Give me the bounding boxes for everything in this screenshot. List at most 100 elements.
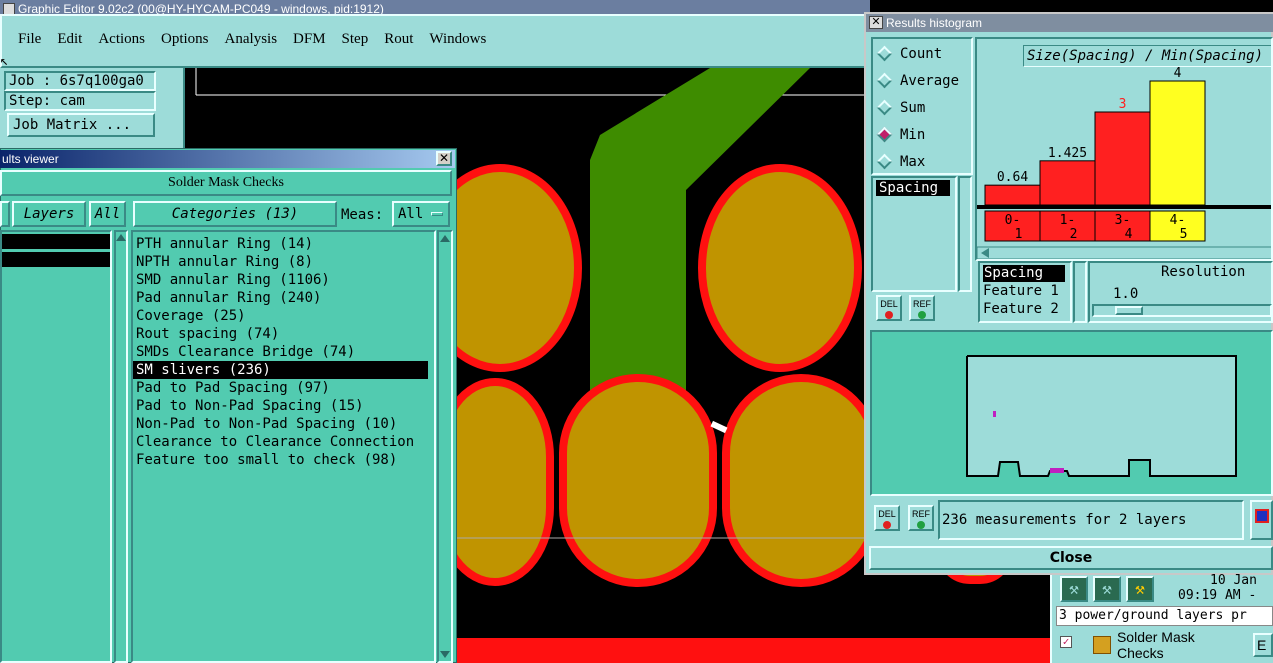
layers-all-button[interactable]: All [89,201,126,227]
results-viewer-header: Solder Mask Checks [0,170,452,196]
attribute-list-scrollbar[interactable] [1073,261,1087,323]
bar-value-label: 3 [1119,97,1127,112]
menu-step[interactable]: Step [342,31,369,48]
results-viewer-close-button[interactable]: ✕ [436,151,452,166]
preview-marker [1050,468,1064,473]
preview-outline [966,355,1237,477]
histogram-plot: 0.640-11.4251-233-444-5 [977,66,1273,259]
categories-scrollbar[interactable] [437,230,453,663]
histogram-bar[interactable] [1039,160,1096,206]
layer-row-selected[interactable] [2,252,110,267]
resolution-slider-thumb[interactable] [1115,306,1143,315]
meas-select[interactable]: All [392,201,450,227]
del-label: DEL [880,299,898,309]
menu-dfm[interactable]: DFM [293,31,326,48]
tool-icon-3[interactable]: ⚒ [1126,576,1154,602]
pad [698,164,862,372]
layers-button[interactable]: Layers [12,201,86,227]
menu-file[interactable]: File [18,31,41,48]
mode-radio-group: Count Average Sum Min Max [871,37,973,175]
del-label: DEL [878,509,896,519]
measurement-list-selected[interactable]: Spacing [876,180,950,196]
category-item[interactable]: Coverage (25) [133,307,434,325]
meas-label: Meas: [341,207,384,223]
resolution-slider[interactable] [1092,304,1272,317]
attribute-feature-1[interactable]: Feature 1 [983,282,1070,300]
category-item[interactable]: PTH annular Ring (14) [133,235,434,253]
mode-radio-sum[interactable]: Sum [873,94,971,121]
pad [722,374,880,587]
category-item[interactable]: SMD annular Ring (1106) [133,271,434,289]
histogram-titlebar[interactable]: ✕ Results histogram [866,14,1273,32]
attribute-list[interactable]: Spacing Feature 1 Feature 2 [978,261,1072,323]
categories-list[interactable]: PTH annular Ring (14) NPTH annular Ring (… [131,230,436,663]
category-item[interactable]: Feature too small to check (98) [133,451,434,469]
layers-prev-button[interactable] [0,201,10,227]
scroll-up-arrow-icon[interactable] [440,235,450,242]
category-item[interactable]: Non-Pad to Non-Pad Spacing (10) [133,415,434,433]
mode-label: Count [900,45,943,62]
menu-windows[interactable]: Windows [429,31,486,48]
mode-radio-average[interactable]: Average [873,67,971,94]
category-item[interactable]: SMDs Clearance Bridge (74) [133,343,434,361]
bin-label: 1 [1015,227,1023,242]
mode-radio-count[interactable]: Count [873,40,971,67]
layers-list[interactable] [0,230,112,663]
menu-rout[interactable]: Rout [384,31,413,48]
meas-select-value: All [398,206,424,222]
attribute-spacing[interactable]: Spacing [983,265,1065,282]
ref-label: REF [913,299,931,309]
menu-analysis[interactable]: Analysis [225,31,278,48]
layers-scrollbar[interactable] [114,230,128,663]
menu-actions[interactable]: Actions [98,31,145,48]
histogram-close-icon[interactable]: ✕ [869,16,883,29]
measurement-list-scrollbar[interactable] [958,176,972,292]
bin-label: 4- [1170,213,1186,228]
category-item[interactable]: Pad to Non-Pad Spacing (15) [133,397,434,415]
histogram-bar[interactable] [1149,80,1206,206]
histogram-scrollbar[interactable] [977,246,1273,259]
tool-icon-1[interactable]: ⚒ [1060,576,1088,602]
category-item[interactable]: Clearance to Clearance Connection [133,433,434,451]
del-button[interactable]: DEL [876,295,902,321]
category-item[interactable]: NPTH annular Ring (8) [133,253,434,271]
ref-button[interactable]: REF [909,295,935,321]
attribute-feature-2[interactable]: Feature 2 [983,300,1070,318]
category-item[interactable]: Rout spacing (74) [133,325,434,343]
radio-diamond-icon [876,153,893,170]
menu-edit[interactable]: Edit [57,31,82,48]
histogram-extra-button[interactable] [1250,500,1273,540]
pointer-cursor: ↖ [0,53,9,69]
radio-diamond-icon [876,72,893,89]
task-item-e[interactable]: E [1253,633,1273,657]
close-button[interactable]: Close [869,546,1273,570]
layer-row-selected[interactable] [2,234,110,249]
menu-items: File Edit Actions Options Analysis DFM S… [18,31,502,48]
results-viewer-titlebar[interactable]: ults viewer [0,150,455,168]
category-item[interactable]: Pad annular Ring (240) [133,289,434,307]
histogram-axis [977,205,1271,209]
task-item-solder-mask-checks[interactable]: Solder Mask Checks [1093,629,1245,661]
bin-label: 2 [1070,227,1078,242]
measurement-count: 236 measurements for 2 layers [938,500,1244,540]
del-button-bottom[interactable]: DEL [874,505,900,531]
histogram-bar[interactable] [1094,111,1151,206]
ref-button-bottom[interactable]: REF [908,505,934,531]
resolution-label: Resolution [1161,264,1246,280]
pad [559,374,717,587]
category-item[interactable]: Pad to Pad Spacing (97) [133,379,434,397]
measurement-list[interactable]: Spacing [871,176,957,292]
menu-options[interactable]: Options [161,31,209,48]
histogram-bar[interactable] [984,184,1041,206]
bar-value-label: 1.425 [1048,146,1087,161]
job-matrix-button[interactable]: Job Matrix ... [7,113,155,137]
results-viewer-title: ults viewer [2,152,59,166]
categories-button[interactable]: Categories (13) [133,201,337,227]
scroll-up-arrow-icon[interactable] [116,234,126,241]
scroll-down-arrow-icon[interactable] [440,651,450,658]
tool-icon-2[interactable]: ⚒ [1093,576,1121,602]
task-checkbox[interactable]: ✓ [1060,636,1072,648]
category-item[interactable]: SM slivers (236) [133,361,428,379]
mode-radio-min[interactable]: Min [873,121,971,148]
mode-radio-max[interactable]: Max [873,148,971,175]
